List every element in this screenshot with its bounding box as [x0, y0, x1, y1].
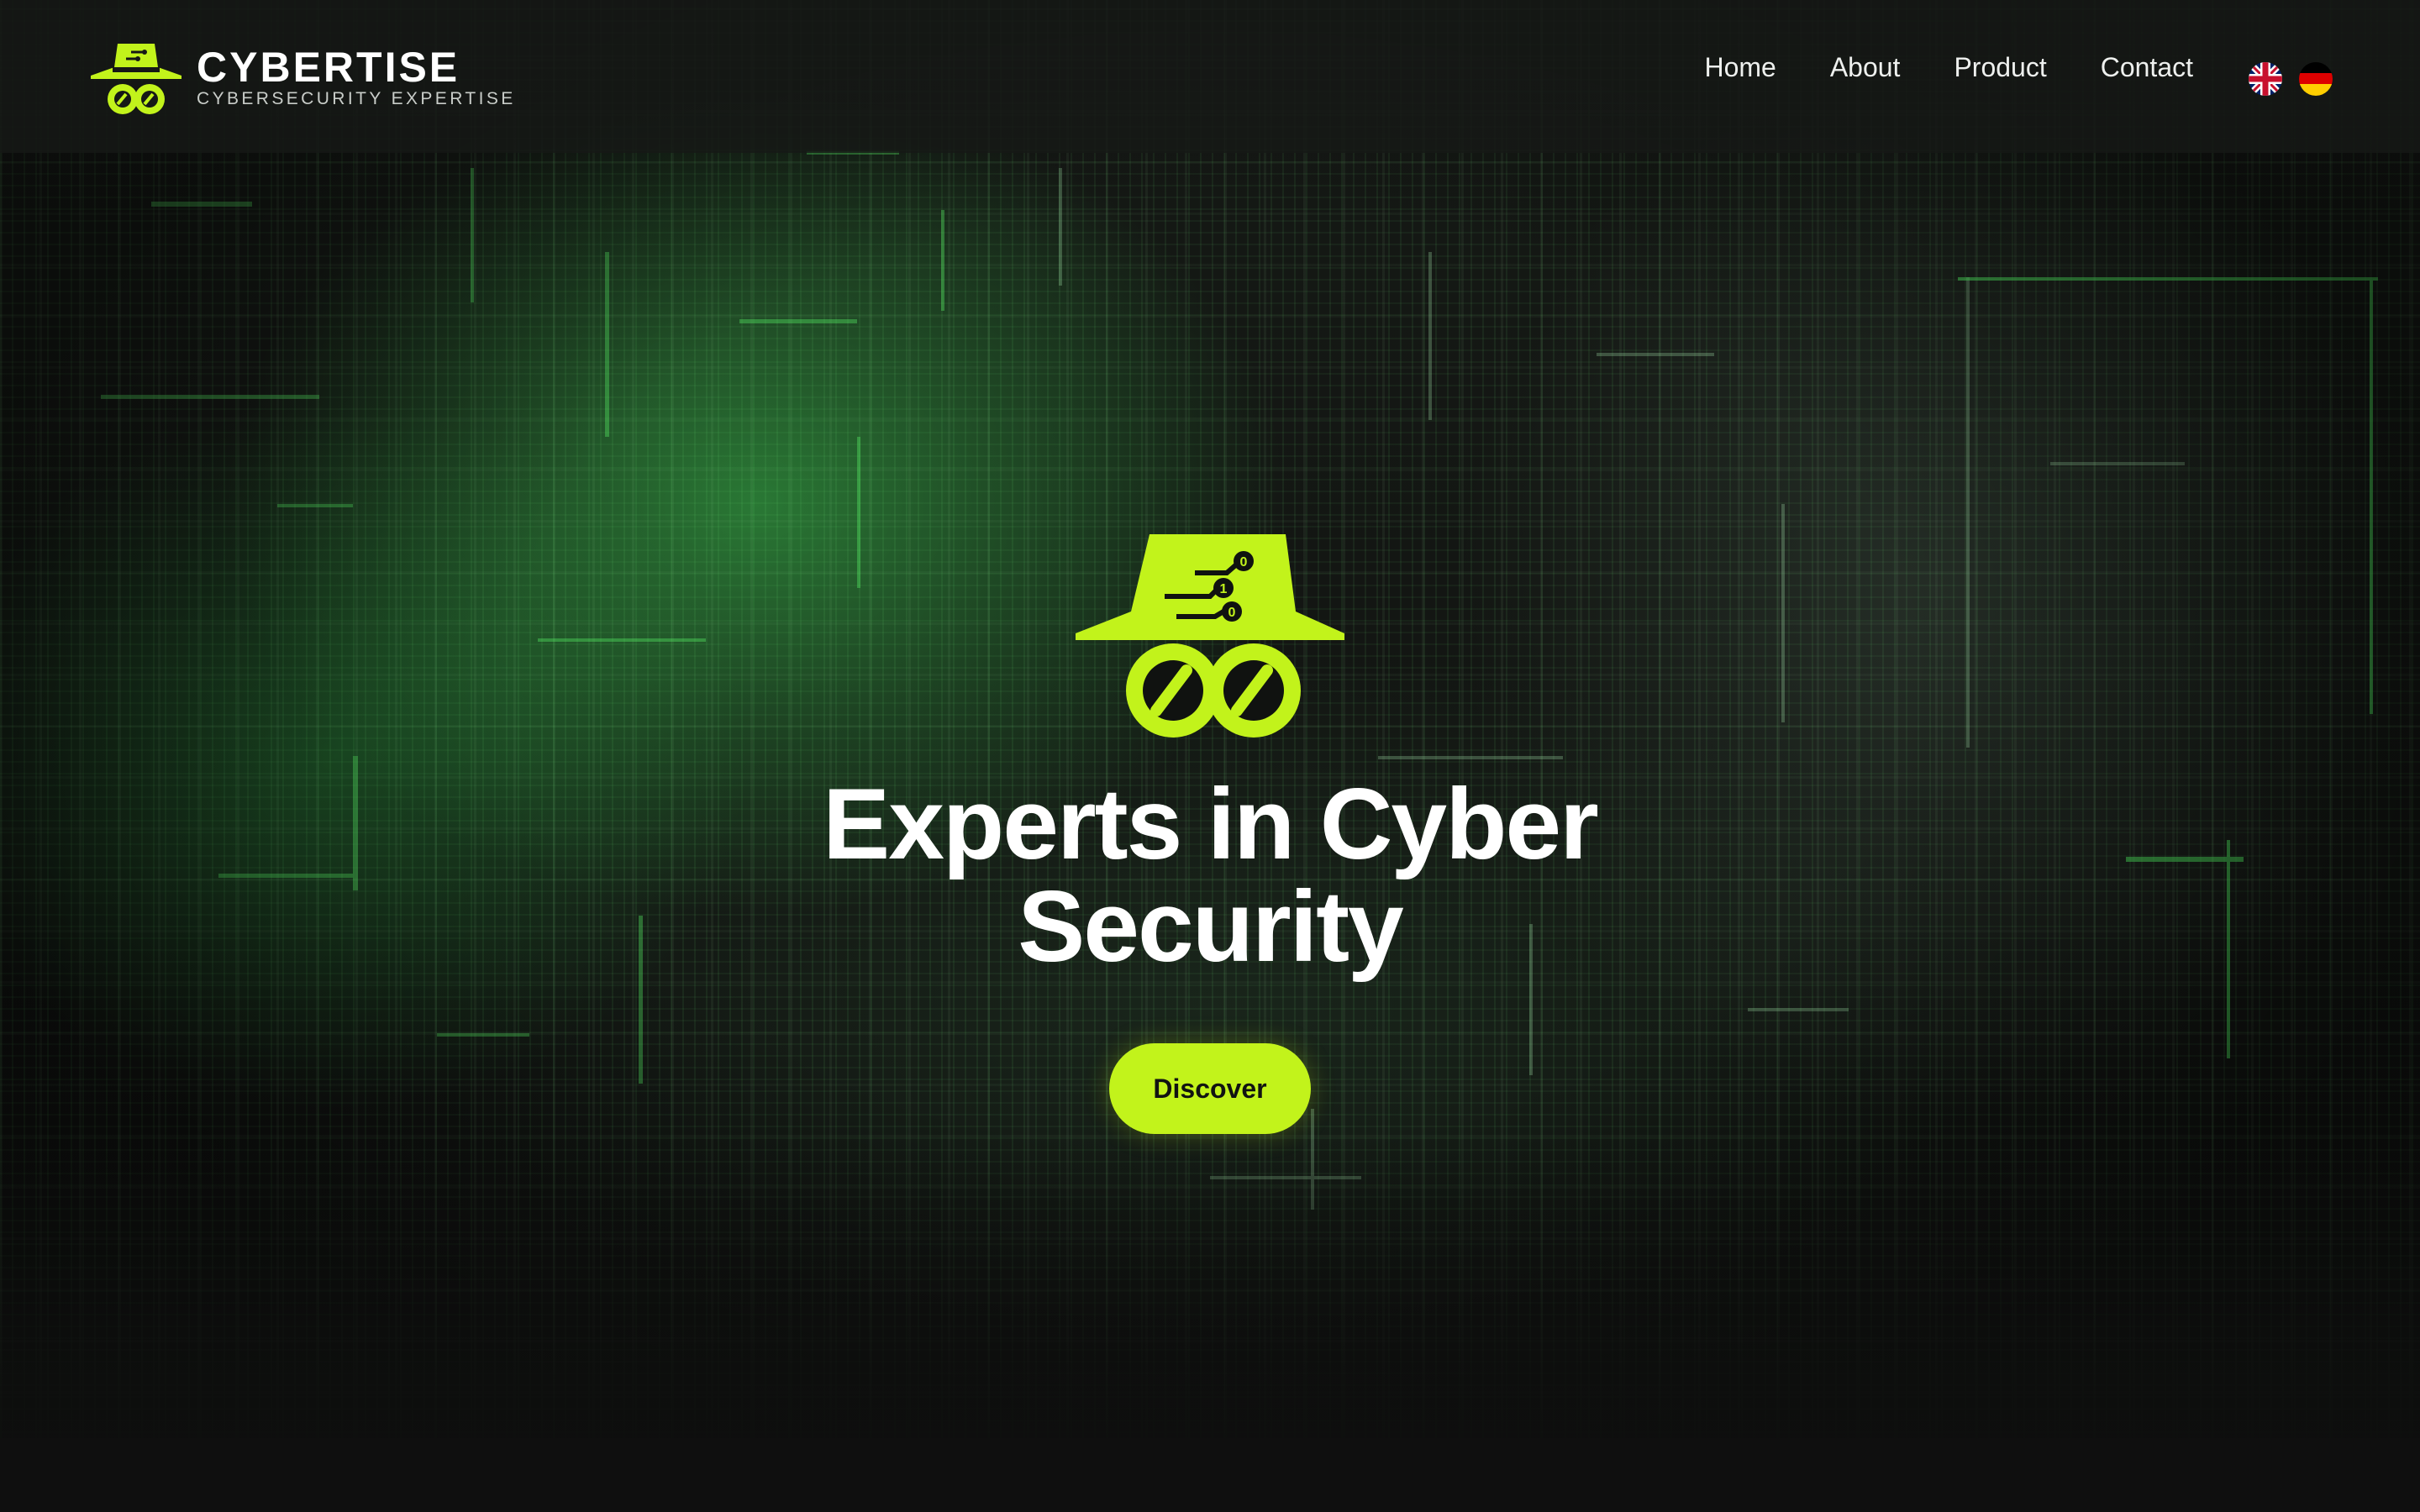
brand-name: CYBERTISE: [197, 44, 460, 91]
uk-flag-icon[interactable]: [2249, 62, 2282, 96]
page-bottom-band: [0, 1438, 2420, 1512]
brand[interactable]: CYBERTISE CYBERSECURITY EXPERTISE: [87, 37, 516, 118]
brand-text: CYBERTISE CYBERSECURITY EXPERTISE: [197, 45, 516, 109]
hero-logo-digit: 0: [1240, 555, 1248, 570]
nav-item-home[interactable]: Home: [1704, 52, 1776, 83]
spy-hat-glasses-icon: 0 1 0: [1076, 534, 1344, 738]
hero-title-line-1: Experts in Cyber: [823, 768, 1599, 880]
spy-hat-glasses-icon: [91, 44, 182, 114]
hero-title-line-2: Security: [1018, 870, 1404, 983]
nav-item-product[interactable]: Product: [1954, 52, 2046, 83]
hero-vignette: [0, 0, 2420, 1512]
nav-item-about[interactable]: About: [1830, 52, 1901, 83]
hero-title: Experts in Cyber Security: [0, 773, 2420, 978]
page: CYBERTISE CYBERSECURITY EXPERTISE Home A…: [0, 0, 2420, 1512]
discover-button[interactable]: Discover: [1109, 1043, 1311, 1134]
nav-item-contact[interactable]: Contact: [2101, 52, 2193, 83]
site-header: CYBERTISE CYBERSECURITY EXPERTISE Home A…: [0, 0, 2420, 153]
brand-tagline: CYBERSECURITY EXPERTISE: [197, 89, 516, 108]
german-flag-icon[interactable]: [2299, 62, 2333, 96]
language-switcher: [2249, 62, 2333, 96]
main-nav: Home About Product Contact: [1704, 52, 2193, 83]
hero-logo-digit: 0: [1228, 606, 1236, 620]
hero-logo-digit: 1: [1220, 582, 1228, 596]
